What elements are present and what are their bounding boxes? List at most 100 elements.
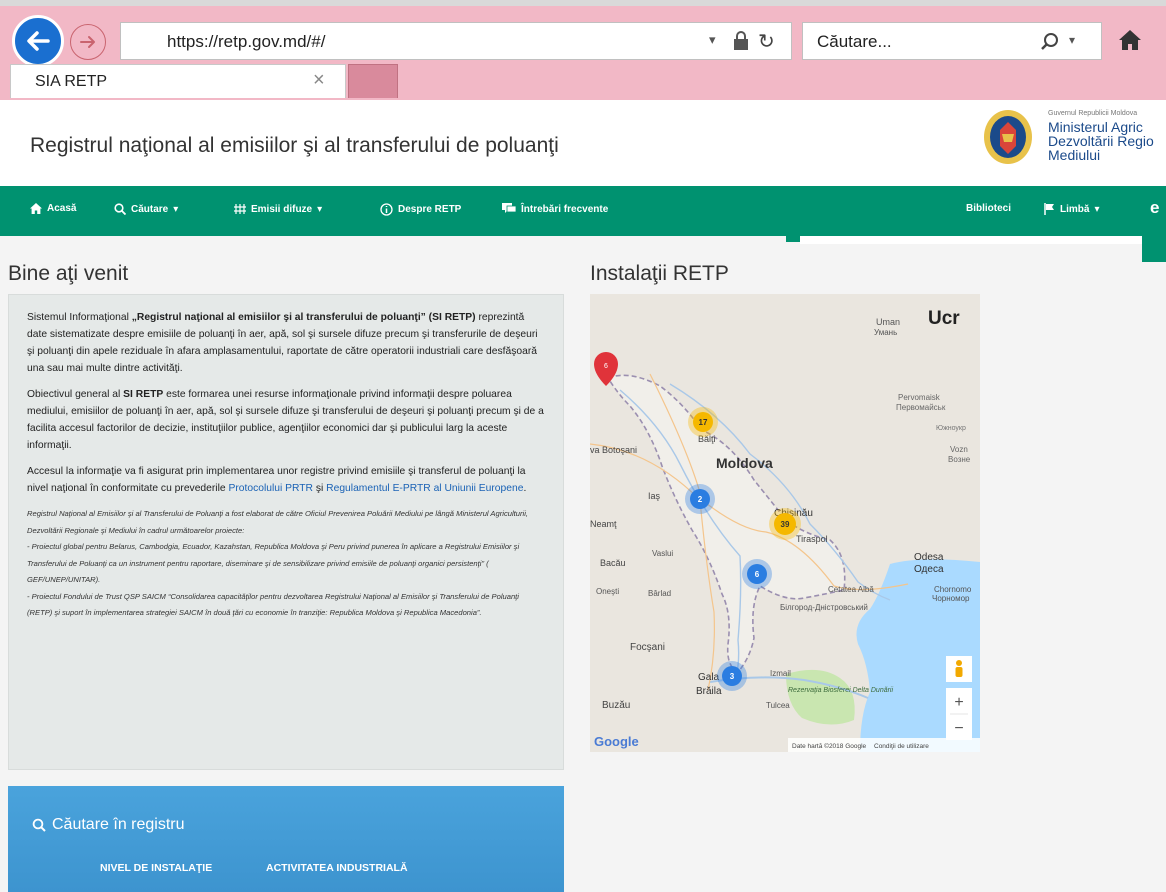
map-label-bacau: Bacău xyxy=(600,558,626,568)
map-label-tiraspol: Tiraspol xyxy=(796,534,828,544)
cluster-count: 3 xyxy=(730,672,735,681)
chevron-down-icon: ▾ xyxy=(317,203,323,215)
nav-home[interactable]: Acasă xyxy=(30,203,76,214)
ministry-emblem-icon[interactable] xyxy=(982,108,1034,166)
address-dropdown-icon[interactable]: ▾ xyxy=(709,32,716,48)
nav-search[interactable]: Căutare ▾ xyxy=(114,203,178,215)
page-favicon-icon xyxy=(135,32,153,50)
refresh-icon[interactable]: ↻ xyxy=(758,29,775,54)
site-title: Registrul naţional al emisiilor şi al tr… xyxy=(30,134,559,157)
map-label-uman-cyr: Умань xyxy=(874,328,897,337)
nav-about[interactable]: Despre RETP xyxy=(380,203,461,216)
search-dropdown-icon[interactable]: ▾ xyxy=(1069,33,1075,47)
eprtr-regulation-link[interactable]: Regulamentul E-PRTR al Uniunii Europene xyxy=(326,483,523,494)
intro-text-start: Sistemul Informaţional xyxy=(27,312,132,323)
main-nav: Acasă Căutare ▾ Emisii difuze ▾ Despre R… xyxy=(0,186,1166,236)
cluster-marker[interactable]: 6 xyxy=(742,559,772,589)
nav-language-label: Limbă xyxy=(1060,203,1090,215)
diffuse-emissions-icon xyxy=(234,204,246,214)
map-canvas[interactable]: Ucr Uman Умань Moldova Bălţi va Botoşani… xyxy=(590,294,980,752)
map-label-focsani: Focşani xyxy=(630,642,665,653)
arrow-left-icon xyxy=(27,31,50,51)
map-label-neamt: Neamţ xyxy=(590,519,617,529)
nav-faq[interactable]: Întrebări frecvente xyxy=(502,203,608,215)
map-label-botosani: va Botoşani xyxy=(590,445,637,455)
cluster-marker[interactable]: 17 xyxy=(688,407,718,437)
nav-side-tab xyxy=(1142,236,1166,262)
home-icon xyxy=(30,203,42,214)
cluster-count: 2 xyxy=(698,495,703,504)
search-icon[interactable] xyxy=(1039,31,1061,53)
forward-button[interactable] xyxy=(70,24,106,60)
cluster-count: 6 xyxy=(755,570,760,579)
objective-system-name: SI RETP xyxy=(123,389,164,400)
cluster-count: 39 xyxy=(781,520,790,529)
project-note-1: Registrul Naţional al Emisiilor şi al Tr… xyxy=(27,509,528,535)
nav-dropdown-edge xyxy=(800,236,1142,244)
intro-system-name: „Registrul naţional al emisiilor şi al t… xyxy=(131,312,476,323)
registry-search-heading[interactable]: Căutare în registru xyxy=(32,816,185,834)
chevron-down-icon: ▾ xyxy=(1094,203,1100,215)
access-text-mid: şi xyxy=(313,483,327,494)
lock-icon[interactable] xyxy=(731,30,751,52)
nav-diffuse-emissions[interactable]: Emisii difuze ▾ xyxy=(234,203,322,215)
map-label-odesa: Odesa xyxy=(914,552,944,563)
home-icon[interactable] xyxy=(1112,22,1148,58)
zoom-out-button[interactable]: − xyxy=(954,720,963,737)
map-label-reserve: Rezervaţia Biosferei Delta Dunării xyxy=(788,687,893,694)
cluster-marker[interactable]: 39 xyxy=(769,508,801,540)
new-tab-button[interactable] xyxy=(348,64,398,98)
prtr-protocol-link[interactable]: Protocolului PRTR xyxy=(228,483,313,494)
installations-map[interactable]: Ucr Uman Умань Moldova Bălţi va Botoşani… xyxy=(590,294,980,752)
arrow-right-icon xyxy=(80,36,95,48)
tab-title: SIA RETP xyxy=(35,73,108,90)
address-bar[interactable]: https://retp.gov.md/#/ ▾ ↻ xyxy=(120,22,792,60)
ministry-name[interactable]: Ministerul Agric Dezvoltării Regio Mediu… xyxy=(1048,120,1154,162)
ministry-line-2: Dezvoltării Regio xyxy=(1048,133,1154,149)
intro-paragraph: Sistemul Informaţional „Registrul naţion… xyxy=(27,309,545,377)
street-view-pegman-icon[interactable] xyxy=(946,656,972,682)
nav-language[interactable]: Limbă ▾ xyxy=(1044,203,1099,215)
chevron-down-icon: ▾ xyxy=(173,203,179,215)
zoom-in-button[interactable]: + xyxy=(954,694,963,711)
close-icon[interactable]: × xyxy=(313,69,325,92)
nav-faq-label: Întrebări frecvente xyxy=(521,203,609,215)
map-label-braila: Brăila xyxy=(696,686,722,697)
zoom-controls[interactable]: + − xyxy=(946,688,972,740)
back-button[interactable] xyxy=(12,15,64,67)
welcome-panel: Sistemul Informaţional „Registrul naţion… xyxy=(8,294,564,770)
browser-search-box[interactable]: Căutare... ▾ xyxy=(802,22,1102,60)
browser-search-input[interactable]: Căutare... xyxy=(817,32,892,52)
map-label-ucr: Ucr xyxy=(928,308,960,329)
pin-count: 6 xyxy=(604,363,608,370)
ministry-line-3: Mediului xyxy=(1048,147,1101,163)
site-header: Registrul naţional al emisiilor şi al tr… xyxy=(0,100,1166,186)
address-url[interactable]: https://retp.gov.md/#/ xyxy=(167,32,325,52)
objective-paragraph: Obiectivul general al SI RETP este forma… xyxy=(27,386,545,454)
registry-search-title: Căutare în registru xyxy=(52,816,185,833)
cluster-marker[interactable]: 2 xyxy=(685,484,715,514)
map-label-cetatea-alba: Cetatea Albă xyxy=(828,585,874,594)
google-logo[interactable]: Google xyxy=(594,734,639,749)
cluster-count: 17 xyxy=(699,418,708,427)
nav-search-label: Căutare xyxy=(131,203,169,215)
nav-library[interactable]: Biblioteci xyxy=(966,203,1011,214)
map-terms-link[interactable]: Condiţii de utilizare xyxy=(874,743,929,750)
industrial-activity-button[interactable]: ACTIVITATEA INDUSTRIALĂ xyxy=(266,862,408,874)
nav-active-indicator xyxy=(786,236,800,242)
map-label-barlad: Bârlad xyxy=(648,589,671,598)
window-frame xyxy=(0,0,1166,6)
map-label-uman: Uman xyxy=(876,317,900,327)
map-label-odesa-cyr: Одеса xyxy=(914,564,944,575)
tab-sia-retp[interactable]: SIA RETP × xyxy=(10,64,346,98)
map-label-moldova: Moldova xyxy=(716,455,773,471)
nav-library-label: Biblioteci xyxy=(966,203,1012,214)
project-note-3: - Proiectul Fondului de Trust QSP SAICM … xyxy=(27,591,519,618)
map-title: Instalaţii RETP xyxy=(590,262,729,285)
user-icon[interactable]: e xyxy=(1150,198,1159,218)
installation-level-button[interactable]: NIVEL DE INSTALAŢIE xyxy=(100,862,212,874)
objective-text-start: Obiectivul general al xyxy=(27,389,124,400)
cluster-marker[interactable]: 3 xyxy=(717,661,747,691)
project-note-2: - Proiectul global pentru Belarus, Cambo… xyxy=(27,542,520,584)
map-label-tulcea: Tulcea xyxy=(766,701,790,710)
